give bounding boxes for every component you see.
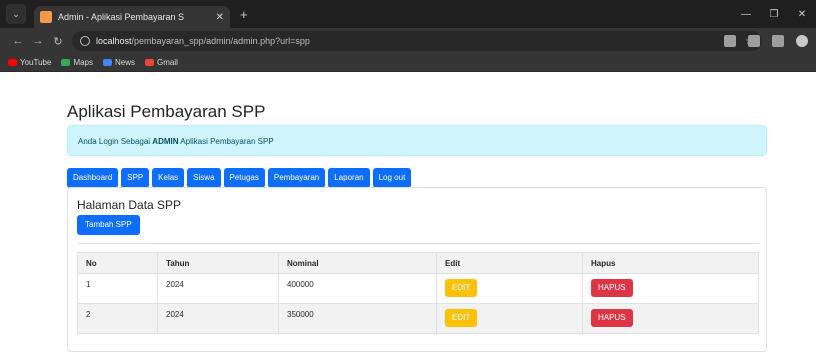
header-no: No	[77, 252, 158, 274]
card-title: Halaman Data SPP	[77, 198, 182, 212]
bookmark-label: News	[115, 58, 136, 67]
bookmark-label: Maps	[73, 58, 93, 67]
bookmark-gmail[interactable]: Gmail	[145, 58, 178, 67]
nav-laporan-button[interactable]: Laporan	[328, 168, 370, 188]
bookmark-label: YouTube	[20, 58, 52, 67]
table-header-row: No Tahun Nominal Edit Hapus	[77, 252, 759, 274]
gmail-icon	[145, 59, 155, 66]
news-icon	[103, 59, 112, 66]
table-row: 2 2024 350000 EDIT HAPUS	[77, 303, 759, 334]
cell-edit: EDIT	[436, 303, 583, 334]
window-controls: — ❐ ✕	[732, 0, 816, 28]
bookmark-youtube[interactable]: YouTube	[8, 58, 51, 67]
new-tab-icon[interactable]: +	[240, 7, 248, 22]
login-info-alert: Anda Login Sebagai ADMIN Aplikasi Pembay…	[67, 125, 767, 156]
header-edit: Edit	[436, 252, 583, 274]
cell-nominal: 350000	[278, 303, 437, 334]
address-toolbar: ← → ↻ localhost/pembayaran_spp/admin/adm…	[0, 28, 816, 54]
nav-petugas-button[interactable]: Petugas	[223, 168, 265, 188]
extension-icon[interactable]	[724, 35, 736, 47]
nav-spp-button[interactable]: SPP	[121, 168, 150, 188]
forward-icon[interactable]: →	[28, 35, 48, 47]
profile-avatar[interactable]	[796, 35, 808, 47]
maps-icon	[61, 59, 71, 66]
site-info-icon[interactable]	[80, 36, 90, 46]
alert-role: ADMIN	[152, 137, 179, 146]
url-path: /pembayaran_spp/admin/admin.php?url=spp	[131, 36, 310, 46]
nav-kelas-button[interactable]: Kelas	[152, 168, 185, 188]
spp-table: No Tahun Nominal Edit Hapus 1 2024 40000…	[77, 252, 759, 334]
cell-hapus: HAPUS	[582, 303, 759, 334]
history-icon[interactable]	[772, 35, 784, 47]
address-bar[interactable]: localhost/pembayaran_spp/admin/admin.php…	[72, 31, 762, 51]
divider	[77, 243, 759, 244]
url-text: localhost/pembayaran_spp/admin/admin.php…	[96, 36, 310, 46]
nav-logout-button[interactable]: Log out	[372, 168, 412, 188]
url-host: localhost	[96, 36, 132, 46]
cell-tahun: 2024	[157, 303, 279, 334]
edit-button[interactable]: EDIT	[445, 279, 478, 297]
tab-search-icon[interactable]: ⌄	[6, 4, 26, 24]
bookmarks-bar: YouTube Maps News Gmail	[0, 54, 816, 72]
web-page: Aplikasi Pembayaran SPP Anda Login Sebag…	[0, 72, 816, 352]
nav-pembayaran-button[interactable]: Pembayaran	[267, 168, 326, 188]
header-nominal: Nominal	[278, 252, 437, 274]
reload-icon[interactable]: ↻	[48, 35, 68, 48]
edit-button[interactable]: EDIT	[445, 309, 478, 327]
cell-tahun: 2024	[157, 273, 279, 304]
header-tahun: Tahun	[157, 252, 279, 274]
add-spp-button[interactable]: Tambah SPP	[77, 215, 140, 235]
alert-prefix: Anda Login Sebagai	[78, 137, 151, 146]
cell-edit: EDIT	[436, 273, 583, 304]
browser-tab[interactable]: Admin - Aplikasi Pembayaran S ✕	[34, 6, 230, 28]
restore-icon[interactable]: ❐	[760, 9, 788, 20]
youtube-icon	[8, 59, 17, 66]
delete-button[interactable]: HAPUS	[591, 279, 633, 297]
page-title: Aplikasi Pembayaran SPP	[67, 102, 266, 121]
bookmark-maps[interactable]: Maps	[61, 58, 93, 67]
favicon-icon	[40, 11, 52, 23]
nav-dashboard-button[interactable]: Dashboard	[67, 168, 119, 188]
bookmark-news[interactable]: News	[103, 58, 135, 67]
cell-no: 2	[77, 303, 158, 334]
tab-title: Admin - Aplikasi Pembayaran S	[58, 12, 185, 22]
main-nav: Dashboard SPP Kelas Siswa Petugas Pembay…	[67, 168, 412, 188]
back-icon[interactable]: ←	[8, 35, 28, 47]
delete-button[interactable]: HAPUS	[591, 309, 633, 327]
puzzle-icon[interactable]	[748, 35, 760, 47]
nav-siswa-button[interactable]: Siswa	[187, 168, 221, 188]
cell-no: 1	[77, 273, 158, 304]
spp-card: Halaman Data SPP Tambah SPP No Tahun Nom…	[67, 187, 767, 352]
bookmark-label: Gmail	[157, 58, 178, 67]
table-row: 1 2024 400000 EDIT HAPUS	[77, 273, 759, 304]
header-hapus: Hapus	[582, 252, 759, 274]
cell-hapus: HAPUS	[582, 273, 759, 304]
tab-close-icon[interactable]: ✕	[216, 12, 224, 23]
toolbar-icons	[724, 31, 808, 47]
browser-tab-bar: ⌄ Admin - Aplikasi Pembayaran S ✕ + — ❐ …	[0, 0, 816, 28]
minimize-icon[interactable]: —	[732, 9, 760, 20]
close-window-icon[interactable]: ✕	[788, 9, 816, 20]
alert-suffix: Aplikasi Pembayaran SPP	[180, 137, 274, 146]
cell-nominal: 400000	[278, 273, 437, 304]
